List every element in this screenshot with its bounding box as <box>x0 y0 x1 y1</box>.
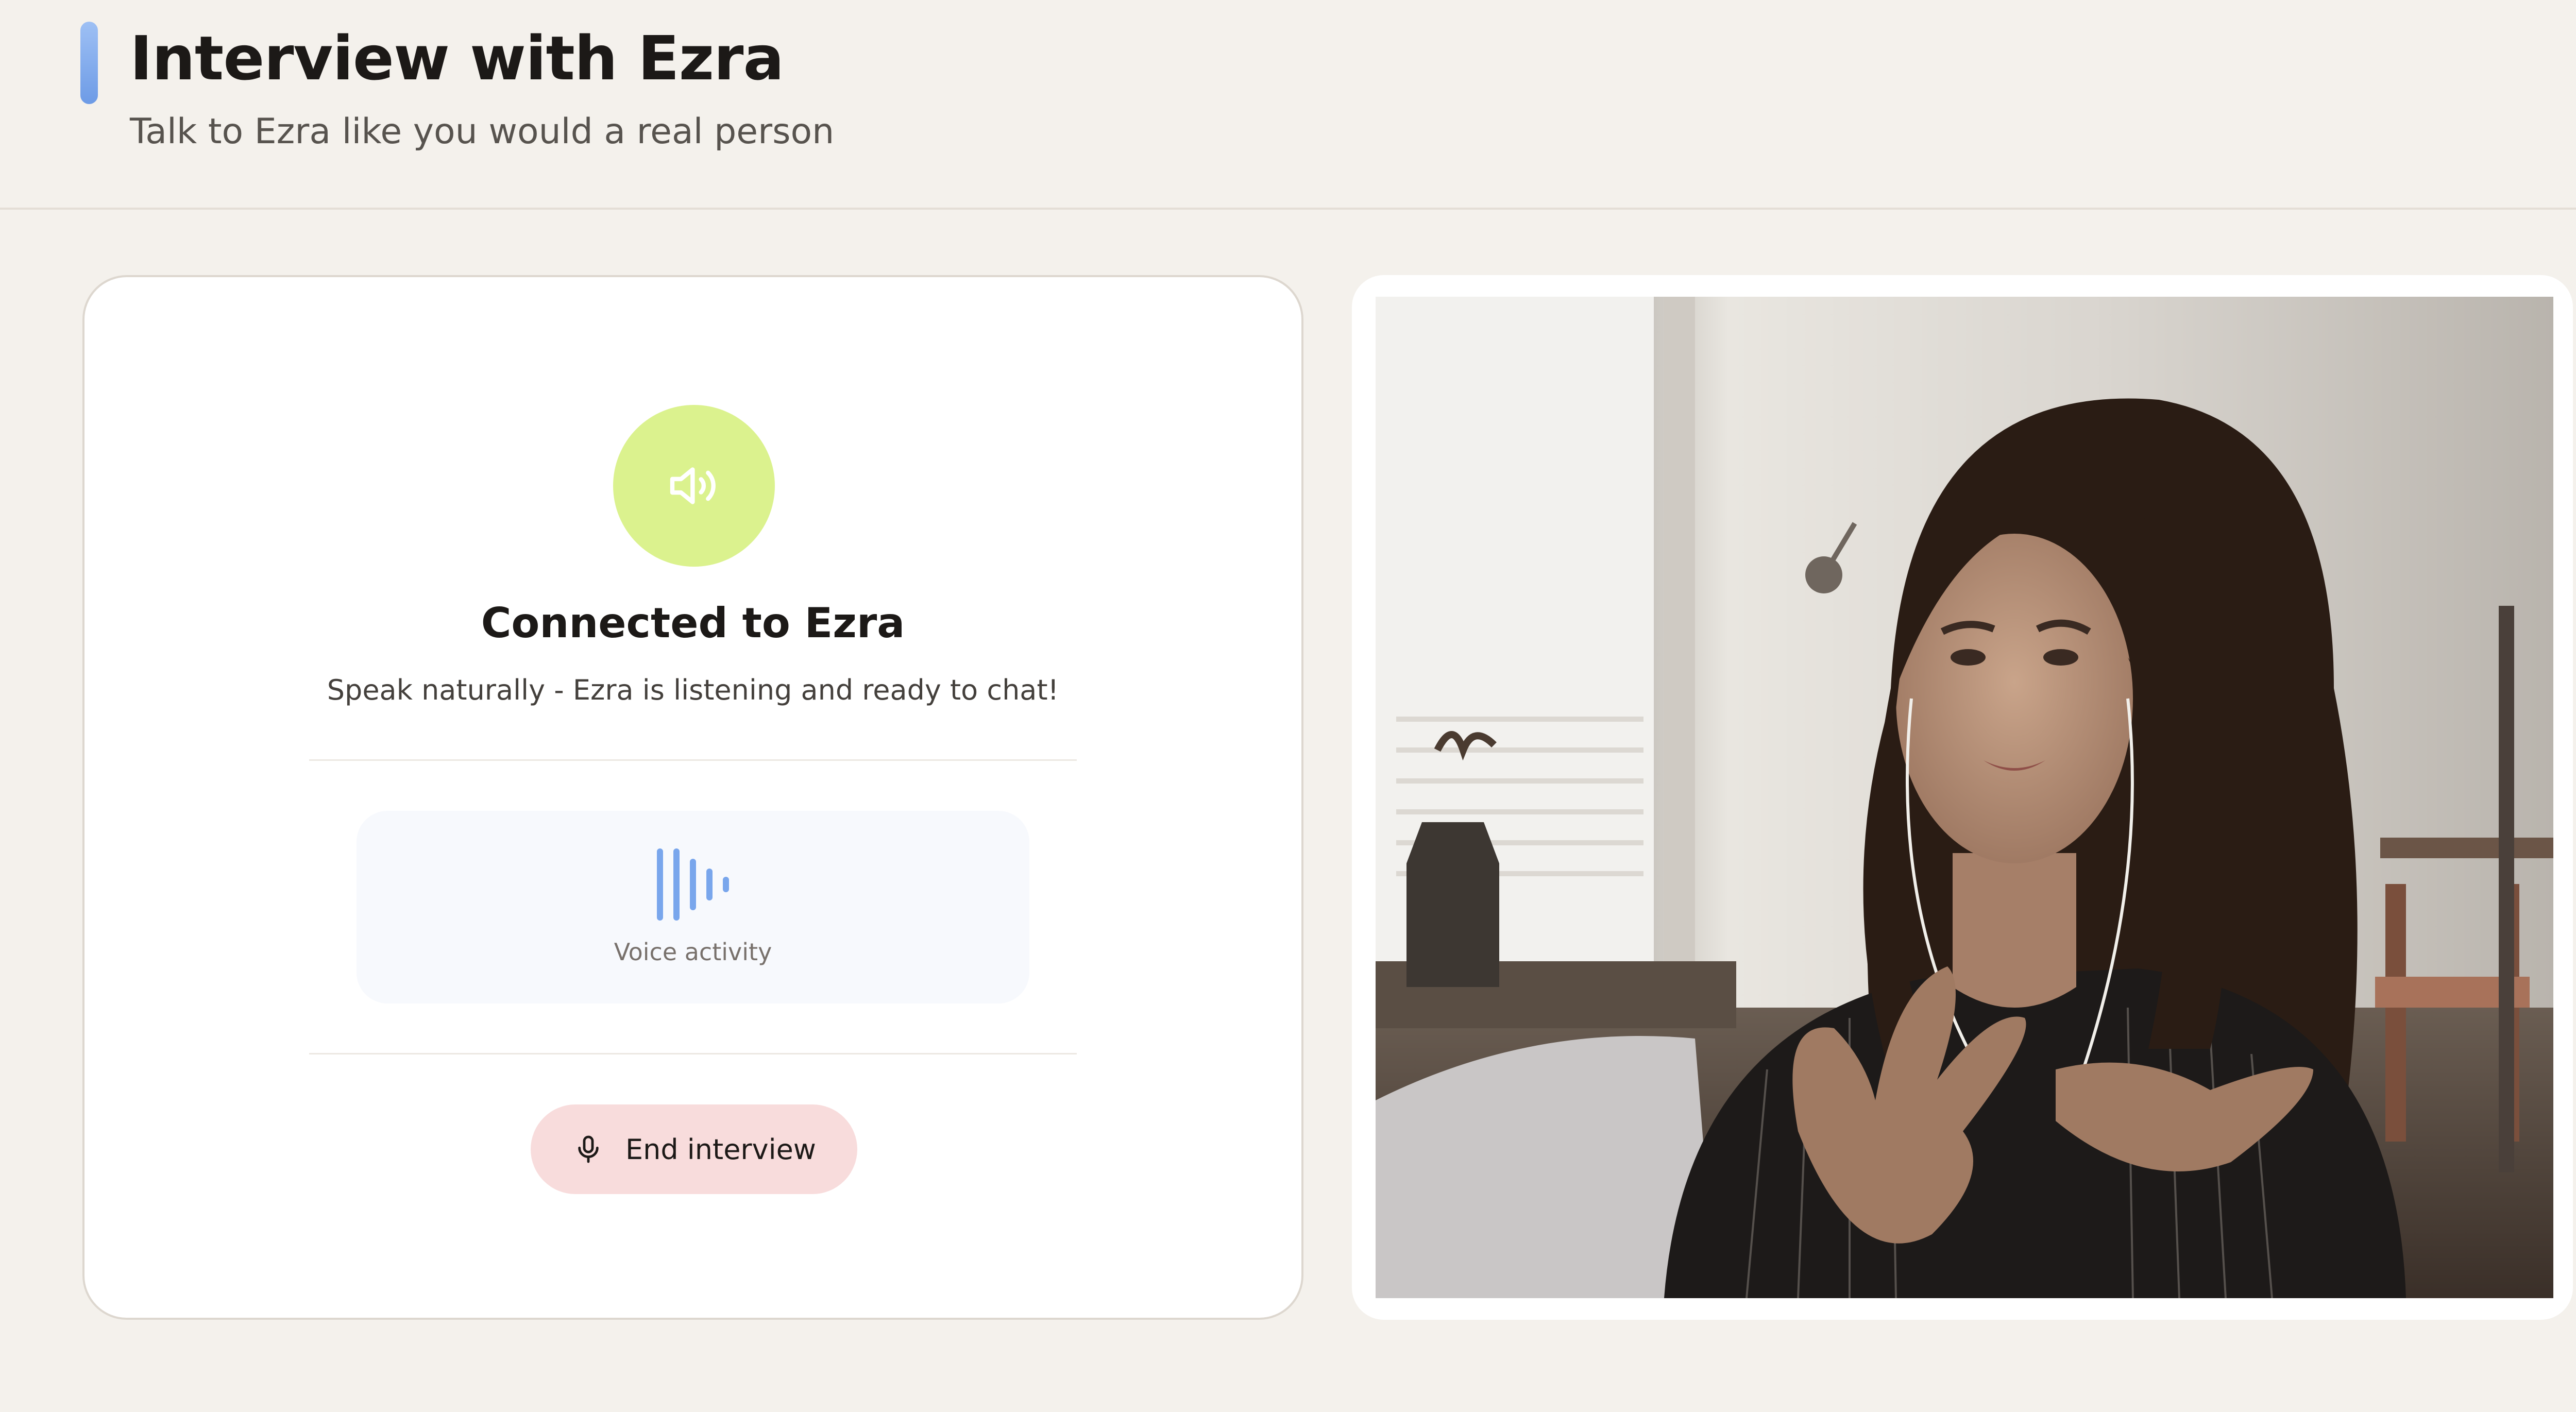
video-panel <box>1352 275 2573 1320</box>
end-interview-button[interactable]: End interview <box>531 1104 857 1194</box>
page-subtitle: Talk to Ezra like you would a real perso… <box>130 111 835 152</box>
end-interview-label: End interview <box>625 1133 816 1166</box>
page-header: Interview with Ezra Talk to Ezra like yo… <box>0 0 2576 210</box>
title-accent-bar <box>80 22 98 104</box>
interviewer-video-feed <box>1376 297 2553 1298</box>
microphone-icon <box>578 1135 599 1163</box>
page-title: Interview with Ezra <box>130 23 784 94</box>
connection-status-card: Connected to Ezra Speak naturally - Ezra… <box>82 275 1303 1320</box>
sound-wave-icon <box>357 847 1029 922</box>
connection-status-title: Connected to Ezra <box>481 599 905 647</box>
connection-status-message: Speak naturally - Ezra is listening and … <box>327 674 1059 706</box>
voice-activity-panel: Voice activity <box>357 811 1029 1003</box>
speaker-icon <box>613 405 775 567</box>
voice-activity-label: Voice activity <box>614 938 772 966</box>
divider <box>309 759 1077 761</box>
divider <box>309 1053 1077 1054</box>
